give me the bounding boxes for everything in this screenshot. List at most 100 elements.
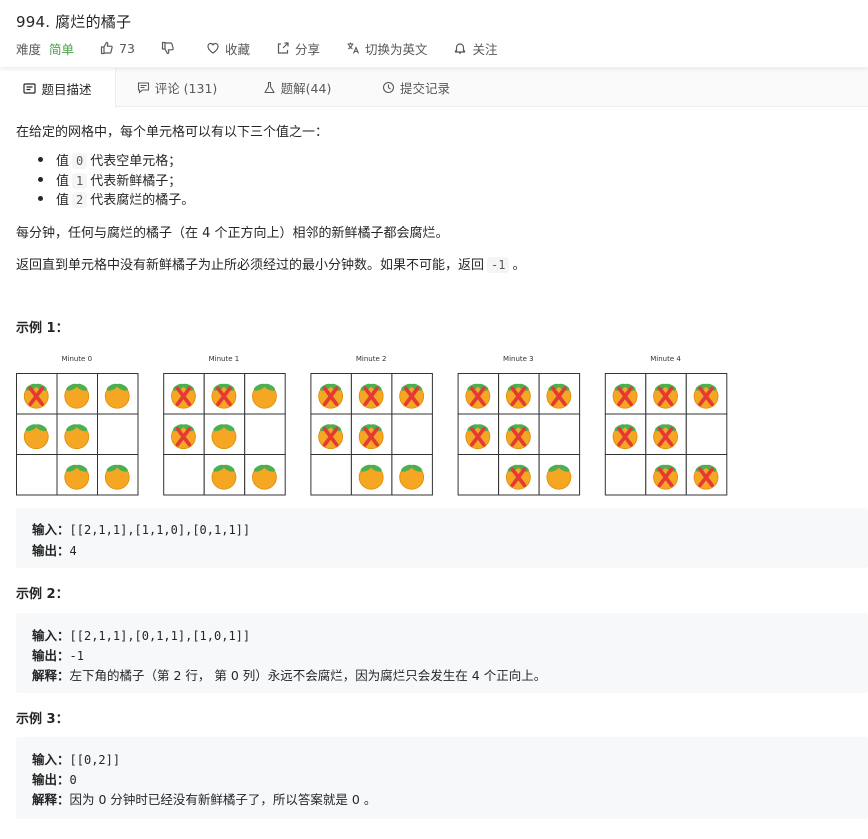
inline-code: 1 [72,173,88,189]
example-input-line: 输入：[[2,1,1],[1,1,0],[0,1,1]] [32,519,250,538]
minute-label: Minute 3 [503,355,534,363]
inline-code: -1 [487,257,510,273]
tab-description[interactable]: 题目描述 [0,68,116,108]
follow-button[interactable]: 关注 [453,39,498,58]
grid-cell [391,413,433,455]
example-1-heading: 示例 1： [16,321,69,336]
minute-label: Minute 0 [61,355,92,363]
grid-cell [457,454,500,496]
favorite-button[interactable]: 收藏 [206,39,250,58]
list-item: 值 1 代表新鲜橘子； [56,170,181,189]
example-3-block: 输入：[[0,2]] 输出：0 解释：因为 0 分钟时已经没有新鲜橘子了，所以答… [16,737,868,819]
grid-cell [310,454,352,496]
example-2-heading: 示例 2： [16,587,69,602]
example-1-block: 输入：[[2,1,1],[1,1,0],[0,1,1]] 输出：4 [16,508,868,568]
explain-label: 解释： [32,792,70,807]
favorite-label: 收藏 [224,41,250,57]
list-item-post: 代表新鲜橘子； [90,174,182,189]
output-label: 输出： [32,648,70,663]
minute-label: Minute 1 [209,355,240,363]
thumbs-up-icon [100,41,113,55]
problem-meta-bar: 难度 简单 73 收藏 分享 切换为英文 关注 [16,39,524,57]
explain-label: 解释： [32,668,70,683]
minute-label: Minute 4 [650,355,681,363]
output-value: 0 [69,773,77,787]
minute-panel: Minute 1 [163,355,286,496]
list-item: 值 0 代表空单元格； [56,150,181,169]
grid-cell [604,454,647,496]
grid-cell [97,413,139,455]
grid-cell [685,413,728,455]
description-paragraph: 返回直到单元格中没有新鲜橘子为止所必须经过的最小分钟数。如果不可能，返回 -1。 [16,254,525,273]
list-item-post: 代表空单元格； [90,154,182,169]
dislike-button[interactable] [161,41,180,55]
input-label: 输入： [32,628,70,643]
output-value: 4 [69,544,77,558]
list-item-post: 代表腐烂的橘子。 [90,193,195,208]
problem-title: 994. 腐烂的橘子 [16,13,132,31]
inline-code: 2 [72,192,88,208]
tab-submissions-label: 提交记录 [399,81,450,96]
like-count: 73 [119,40,135,56]
problem-tabs: 题目描述 评论 (131) 题解(44) 提交记录 [0,68,868,108]
translate-icon [347,42,359,54]
grid-cell [16,454,58,496]
grid-cell [538,413,581,455]
grid-cell [163,454,205,496]
example-2-block: 输入：[[2,1,1],[0,1,1],[1,0,1]] 输出：-1 解释：左下… [16,613,868,693]
example-3-heading: 示例 3： [16,712,69,727]
list-item: 值 2 代表腐烂的橘子。 [56,189,194,208]
input-label: 输入： [32,522,70,537]
minute-panel: Minute 4 [604,355,728,496]
tab-solutions-label: 题解(44) [280,81,332,96]
input-value: [[2,1,1],[0,1,1],[1,0,1]] [69,629,251,643]
explain-value: 因为 0 分钟时已经没有新鲜橘子了，所以答案就是 0 。 [69,792,377,807]
follow-label: 关注 [472,41,498,57]
comment-icon [137,82,149,94]
paragraph-text: 返回直到单元格中没有新鲜橘子为止所必须经过的最小分钟数。如果不可能，返回 [16,258,485,273]
list-bullet [38,196,43,201]
description-icon [23,82,37,94]
heart-icon [207,42,219,54]
example-explain-line: 解释：因为 0 分钟时已经没有新鲜橘子了，所以答案就是 0 。 [32,789,376,808]
example-output-line: 输出：0 [32,769,77,788]
output-label: 输出： [32,772,70,787]
list-item-pre: 值 [56,174,70,189]
inline-code: 0 [72,153,88,169]
difficulty-label: 难度 [16,41,42,57]
thumbs-down-icon [161,41,174,55]
list-item-pre: 值 [56,193,70,208]
bell-icon [455,43,466,54]
explain-value: 左下角的橘子（第 2 行， 第 0 列）永远不会腐烂，因为腐烂只会发生在 4 个… [69,668,547,683]
flask-icon [264,81,275,94]
tab-description-label: 题目描述 [41,81,92,97]
problem-header: 994. 腐烂的橘子 难度 简单 73 收藏 分享 切换为英文 关注 [0,0,868,67]
share-button[interactable]: 分享 [276,39,320,58]
input-label: 输入： [32,752,70,767]
list-bullet [38,177,43,182]
tab-comments[interactable]: 评论 (131) [116,68,238,107]
input-value: [[0,2]] [69,753,121,767]
example-output-line: 输出：4 [32,540,77,559]
minute-label: Minute 2 [356,355,387,363]
minute-panel: Minute 0 [16,355,139,496]
example-input-line: 输入：[[0,2]] [32,749,120,768]
tab-solutions[interactable]: 题解(44) [238,68,356,107]
input-value: [[2,1,1],[1,1,0],[0,1,1]] [69,523,251,537]
rotting-oranges-figure: Minute 0 Minute 1 Minute 2 Minute 3 Minute 4 [16,355,728,496]
list-bullet [38,157,43,162]
share-icon [277,42,289,54]
tab-submissions[interactable]: 提交记录 [356,68,476,107]
minute-panel: Minute 2 [310,355,433,496]
description-paragraph: 每分钟，任何与腐烂的橘子（在 4 个正方向上）相邻的新鲜橘子都会腐烂。 [16,226,449,241]
list-item-pre: 值 [56,154,70,169]
like-button[interactable]: 73 [100,41,135,56]
grid-cell [244,413,286,455]
switch-language-button[interactable]: 切换为英文 [346,39,427,58]
example-explain-line: 解释：左下角的橘子（第 2 行， 第 0 列）永远不会腐烂，因为腐烂只会发生在 … [32,665,546,684]
minute-panel: Minute 3 [457,355,581,496]
example-output-line: 输出：-1 [32,645,84,664]
output-value: -1 [69,649,84,663]
paragraph-text: 。 [512,258,526,273]
share-label: 分享 [294,41,320,57]
